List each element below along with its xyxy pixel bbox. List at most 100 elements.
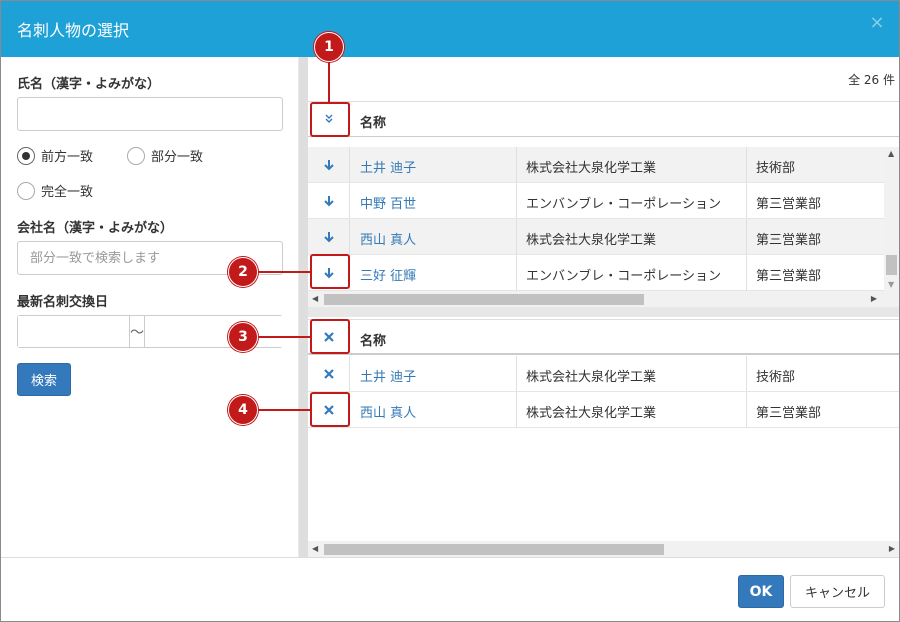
title-bar: 名刺人物の選択 × — [1, 1, 899, 57]
company-cell: 株式会社大泉化学工業 — [526, 370, 657, 385]
radio-partial-match[interactable]: 部分一致 — [127, 146, 203, 165]
callout-line — [257, 271, 311, 273]
search-panel: 氏名（漢字・よみがな） 前方一致 部分一致 完全一致 会社名（漢字・よみがな） … — [1, 57, 316, 557]
person-name-link[interactable]: 土井 迪子 — [360, 366, 416, 385]
date-label: 最新名刺交換日 — [17, 295, 109, 310]
results-grid: 土井 迪子 株式会社大泉化学工業 技術部 中野 百世 エンバンブレ・コーポレーシ… — [308, 147, 899, 293]
ok-button[interactable]: OK — [738, 575, 784, 608]
table-row: 西山 真人 株式会社大泉化学工業 第三営業部 — [308, 392, 899, 428]
horizontal-scrollbar[interactable]: ◀ ▶ — [308, 541, 899, 557]
radio-exact-match[interactable]: 完全一致 — [17, 181, 93, 200]
scroll-thumb[interactable] — [324, 294, 644, 305]
column-divider — [746, 255, 747, 290]
add-row-button[interactable] — [308, 219, 350, 254]
callout-badge: 2 — [228, 257, 258, 287]
dept-cell: 第三営業部 — [756, 406, 822, 421]
column-header-name: 名称 — [360, 334, 387, 349]
vertical-scrollbar[interactable]: ▲ ▼ — [884, 147, 899, 291]
company-cell: エンバンブレ・コーポレーション — [526, 269, 722, 284]
arrow-down-icon — [323, 159, 334, 170]
add-row-button[interactable] — [308, 183, 350, 218]
dept-cell: 技術部 — [756, 370, 796, 385]
person-name-link[interactable]: 三好 征輝 — [360, 265, 416, 284]
selected-header: 名称 — [308, 319, 899, 355]
scroll-thumb[interactable] — [324, 544, 664, 555]
company-cell: エンバンブレ・コーポレーション — [526, 197, 722, 212]
column-header-name: 名称 — [360, 116, 387, 131]
radio-label: 部分一致 — [151, 150, 204, 165]
callout-highlight — [310, 392, 350, 427]
column-divider — [516, 356, 517, 391]
date-from-input[interactable] — [18, 316, 130, 347]
arrow-down-icon — [323, 195, 334, 206]
close-icon[interactable]: × — [869, 14, 885, 32]
column-divider — [746, 219, 747, 254]
callout-badge: 3 — [228, 322, 258, 352]
results-panel: 全 26 件 名称 土井 迪子 株式会社大泉化学工業 技術部 中野 百世 エンバ… — [308, 57, 899, 557]
callout-highlight — [310, 102, 350, 137]
company-label: 会社名（漢字・よみがな） — [17, 221, 174, 236]
column-divider — [746, 147, 747, 182]
horizontal-scrollbar[interactable]: ◀ ▶ — [308, 291, 899, 307]
scroll-up-icon[interactable]: ▲ — [888, 149, 894, 158]
radio-unchecked-icon — [127, 146, 145, 165]
scroll-thumb[interactable] — [886, 255, 897, 275]
scroll-left-icon[interactable]: ◀ — [312, 544, 318, 553]
remove-row-button[interactable] — [308, 356, 350, 391]
add-row-button[interactable] — [308, 147, 350, 182]
scroll-right-icon[interactable]: ▶ — [871, 294, 877, 303]
cancel-button[interactable]: キャンセル — [790, 575, 885, 608]
scroll-right-icon[interactable]: ▶ — [889, 544, 895, 553]
column-divider — [516, 147, 517, 182]
person-name-link[interactable]: 西山 真人 — [360, 229, 416, 248]
search-button[interactable]: 検索 — [17, 363, 71, 396]
name-input[interactable] — [17, 97, 283, 131]
radio-checked-icon — [17, 146, 35, 165]
dept-cell: 技術部 — [756, 161, 796, 176]
dept-cell: 第三営業部 — [756, 233, 822, 248]
radio-prefix-match[interactable]: 前方一致 — [17, 146, 93, 165]
radio-unchecked-icon — [17, 181, 35, 200]
callout-badge: 1 — [314, 32, 344, 62]
dept-cell: 第三営業部 — [756, 269, 822, 284]
name-label: 氏名（漢字・よみがな） — [17, 77, 161, 92]
table-row: 三好 征輝 エンバンブレ・コーポレーション 第三営業部 — [308, 255, 884, 291]
panel-splitter[interactable] — [298, 57, 308, 557]
table-row: 土井 迪子 株式会社大泉化学工業 技術部 — [308, 147, 884, 183]
scroll-left-icon[interactable]: ◀ — [312, 294, 318, 303]
table-row: 土井 迪子 株式会社大泉化学工業 技術部 — [308, 356, 899, 392]
table-row: 中野 百世 エンバンブレ・コーポレーション 第三営業部 — [308, 183, 884, 219]
column-divider — [746, 356, 747, 391]
company-cell: 株式会社大泉化学工業 — [526, 161, 657, 176]
column-divider — [516, 183, 517, 218]
column-divider — [516, 219, 517, 254]
person-name-link[interactable]: 中野 百世 — [360, 193, 416, 212]
column-divider — [746, 392, 747, 427]
callout-line — [328, 61, 330, 103]
person-name-link[interactable]: 土井 迪子 — [360, 157, 416, 176]
dialog: 名刺人物の選択 × 氏名（漢字・よみがな） 前方一致 部分一致 完全一致 会社名… — [0, 0, 900, 622]
date-separator: 〜 — [130, 316, 145, 347]
table-row: 西山 真人 株式会社大泉化学工業 第三営業部 — [308, 219, 884, 255]
column-divider — [746, 183, 747, 218]
result-count: 全 26 件 — [848, 73, 895, 87]
callout-line — [257, 409, 311, 411]
company-cell: 株式会社大泉化学工業 — [526, 406, 657, 421]
callout-line — [257, 336, 311, 338]
column-divider — [516, 392, 517, 427]
callout-highlight — [310, 319, 350, 354]
column-divider — [516, 255, 517, 290]
results-header: 名称 — [308, 101, 899, 137]
callout-highlight — [310, 254, 350, 289]
dept-cell: 第三営業部 — [756, 197, 822, 212]
callout-badge: 4 — [228, 395, 258, 425]
radio-label: 前方一致 — [41, 150, 94, 165]
grid-gap — [308, 307, 899, 317]
x-icon — [323, 368, 334, 379]
dialog-title: 名刺人物の選択 — [17, 21, 130, 40]
arrow-down-icon — [323, 231, 334, 242]
person-name-link[interactable]: 西山 真人 — [360, 402, 416, 421]
company-cell: 株式会社大泉化学工業 — [526, 233, 657, 248]
radio-label: 完全一致 — [41, 185, 94, 200]
scroll-down-icon[interactable]: ▼ — [888, 280, 894, 289]
